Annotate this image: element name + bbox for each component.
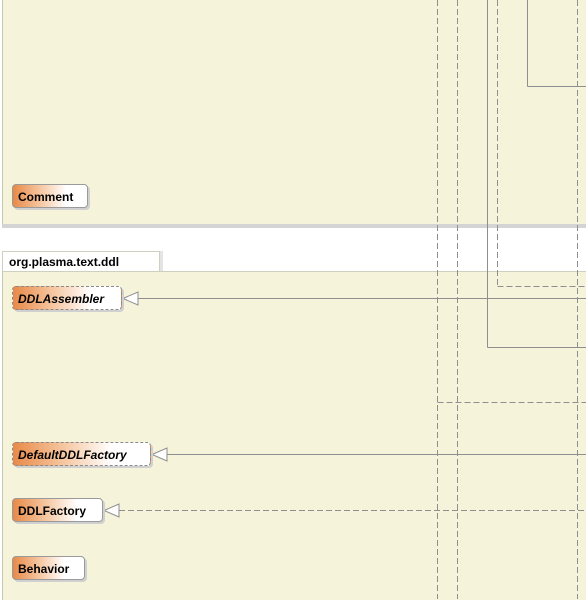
- realization-arrowhead: [102, 503, 120, 518]
- class-name: Comment: [18, 190, 74, 204]
- class-name: DefaultDDLFactory: [18, 448, 127, 462]
- class-name: DDLAssembler: [18, 292, 105, 306]
- uml-class-diagram: org.plasma.text.ddl Comment DDLAssembler…: [0, 0, 586, 600]
- class-node-default-ddl-factory[interactable]: DefaultDDLFactory: [12, 442, 151, 466]
- class-node-ddl-factory[interactable]: DDLFactory: [12, 498, 103, 522]
- generalization-arrowhead: [121, 291, 139, 306]
- class-name: Behavior: [18, 562, 70, 576]
- class-node-comment[interactable]: Comment: [12, 184, 88, 208]
- class-node-behavior[interactable]: Behavior: [12, 556, 85, 580]
- class-name: DDLFactory: [18, 504, 87, 518]
- generalization-arrowhead: [150, 447, 168, 462]
- class-node-ddl-assembler[interactable]: DDLAssembler: [12, 286, 122, 310]
